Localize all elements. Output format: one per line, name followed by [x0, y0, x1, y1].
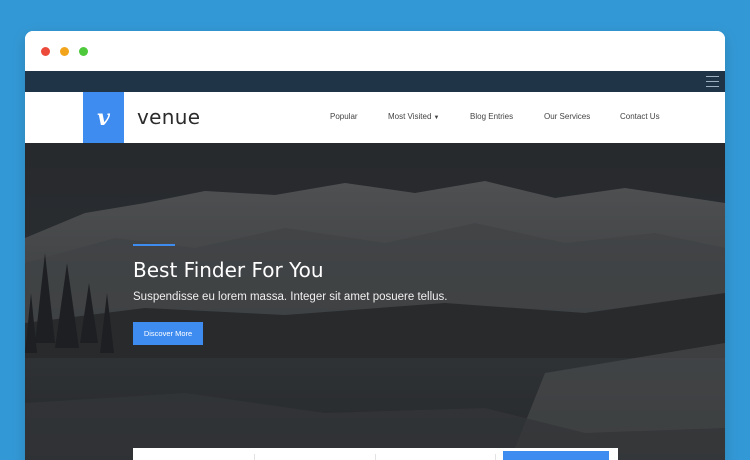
search-divider — [375, 454, 376, 460]
search-divider — [254, 454, 255, 460]
minimize-window-dot[interactable] — [60, 47, 69, 56]
nav-item-most-visited[interactable]: Most Visited ▼ — [388, 112, 439, 121]
nav-item-our-services[interactable]: Our Services — [544, 112, 590, 121]
close-window-dot[interactable] — [41, 47, 50, 56]
nav-item-popular[interactable]: Popular — [330, 112, 358, 121]
hamburger-icon[interactable] — [706, 76, 719, 87]
browser-window: v venue Popular Most Visited ▼ Blog Entri… — [25, 31, 725, 460]
nav-item-contact-us[interactable]: Contact Us — [620, 112, 660, 121]
search-divider — [495, 454, 496, 460]
hero-subtitle: Suspendisse eu lorem massa. Integer sit … — [133, 291, 448, 303]
search-submit-button[interactable] — [503, 451, 609, 460]
nav-item-blog-entries[interactable]: Blog Entries — [470, 112, 513, 121]
browser-chrome — [25, 31, 725, 71]
search-panel — [133, 448, 618, 460]
caret-down-icon: ▼ — [433, 115, 440, 121]
hero-title: Best Finder For You — [133, 258, 324, 282]
discover-more-button[interactable]: Discover More — [133, 322, 203, 345]
site-navbar: v venue Popular Most Visited ▼ Blog Entri… — [25, 92, 725, 143]
hero-section: Best Finder For You Suspendisse eu lorem… — [25, 143, 725, 460]
hero-accent-line — [133, 244, 175, 246]
main-nav: Popular Most Visited ▼ Blog Entries Our S… — [25, 112, 725, 126]
maximize-window-dot[interactable] — [79, 47, 88, 56]
nav-item-label: Most Visited — [388, 112, 432, 121]
top-strip — [25, 71, 725, 92]
